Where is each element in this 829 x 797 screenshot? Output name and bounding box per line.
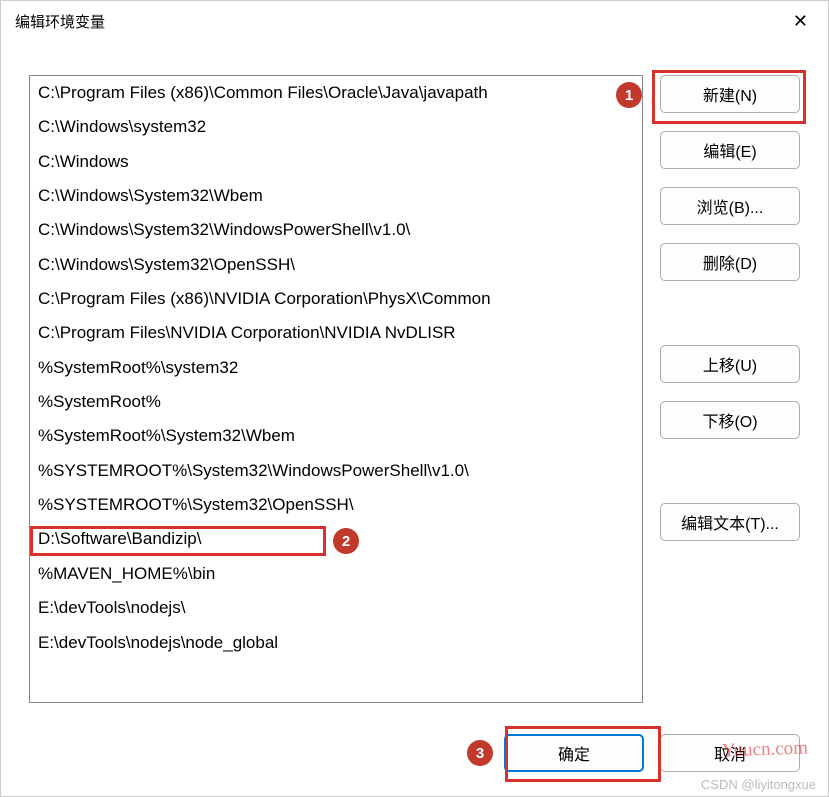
path-listbox[interactable]: C:\Program Files (x86)\Common Files\Orac… [29,75,643,703]
new-button[interactable]: 新建(N) [660,75,800,113]
list-item[interactable]: E:\devTools\nodejs\ [30,591,642,625]
list-item[interactable]: %SYSTEMROOT%\System32\WindowsPowerShell\… [30,454,642,488]
edit-button[interactable]: 编辑(E) [660,131,800,169]
list-item[interactable]: C:\Program Files (x86)\NVIDIA Corporatio… [30,282,642,316]
list-item[interactable]: %SystemRoot%\system32 [30,351,642,385]
list-item[interactable]: C:\Windows\system32 [30,110,642,144]
list-item[interactable]: C:\Program Files (x86)\Common Files\Orac… [30,76,642,110]
list-item[interactable]: C:\Windows [30,145,642,179]
cancel-button[interactable]: 取消 [660,734,800,772]
movedown-button[interactable]: 下移(O) [660,401,800,439]
ok-button[interactable]: 确定 [504,734,644,772]
list-item[interactable]: %MAVEN_HOME%\bin [30,557,642,591]
annotation-badge: 3 [467,740,493,766]
list-item[interactable]: %SYSTEMROOT%\System32\OpenSSH\ [30,488,642,522]
list-item[interactable]: D:\Software\Bandizip\ [30,522,642,556]
list-item[interactable]: C:\Program Files\NVIDIA Corporation\NVID… [30,316,642,350]
window-title: 编辑环境变量 [15,11,105,32]
edittext-button[interactable]: 编辑文本(T)... [660,503,800,541]
moveup-button[interactable]: 上移(U) [660,345,800,383]
list-item[interactable]: %SystemRoot% [30,385,642,419]
list-item[interactable]: C:\Windows\System32\Wbem [30,179,642,213]
list-item[interactable]: E:\devTools\nodejs\node_global [30,626,642,660]
list-item[interactable]: C:\Windows\System32\OpenSSH\ [30,248,642,282]
list-item[interactable]: %SystemRoot%\System32\Wbem [30,419,642,453]
browse-button[interactable]: 浏览(B)... [660,187,800,225]
delete-button[interactable]: 删除(D) [660,243,800,281]
watermark-credit: CSDN @liyitongxue [701,777,816,792]
close-icon[interactable]: ✕ [787,9,814,34]
list-item[interactable]: C:\Windows\System32\WindowsPowerShell\v1… [30,213,642,247]
